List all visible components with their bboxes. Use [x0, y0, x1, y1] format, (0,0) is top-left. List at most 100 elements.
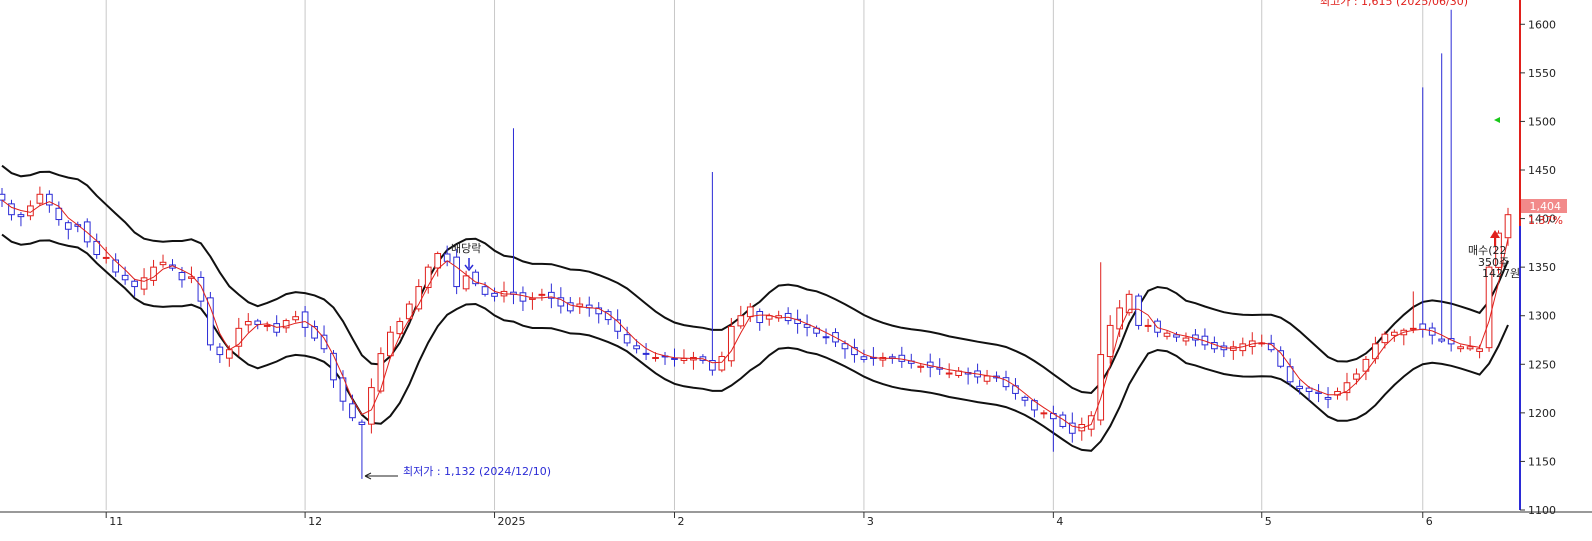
candle-body — [263, 324, 271, 327]
y-tick-labels: 1100115012001250130013501400145015001550… — [1520, 18, 1556, 517]
candle-body — [737, 315, 745, 327]
y-tick-label: 1300 — [1528, 310, 1556, 323]
x-tick-label: 11 — [109, 515, 123, 528]
candle-body — [64, 222, 72, 230]
green-marker-icon — [1494, 117, 1500, 123]
y-tick-label: 1350 — [1528, 261, 1556, 274]
dividend-label: 배당락 — [451, 242, 481, 255]
candle-body — [898, 354, 906, 362]
candle-body — [292, 316, 299, 321]
stock-chart: 1100 1150 1200 1250 1300 1350 1400 1450 1500 1550… — [0, 0, 1592, 537]
moving-average — [1, 199, 1509, 429]
candle-body — [917, 365, 925, 368]
candle-body — [746, 306, 754, 318]
candle-body — [216, 346, 224, 356]
candles — [0, 9, 1512, 479]
candle-body — [642, 352, 650, 355]
candle-body — [102, 256, 110, 259]
candle-body — [462, 275, 470, 290]
candle-body — [538, 293, 546, 296]
candle-body — [945, 372, 953, 375]
candle-body — [377, 353, 385, 392]
y-tick-label: 1200 — [1528, 407, 1556, 420]
candle-body — [1419, 323, 1427, 330]
candle-body — [178, 272, 186, 281]
candle-body — [46, 193, 53, 206]
candle-body — [55, 207, 63, 221]
candle-body — [529, 297, 536, 300]
candle-body — [330, 352, 337, 381]
x-tick-label: 3 — [867, 515, 874, 528]
y-tick-label: 1600 — [1528, 18, 1556, 31]
candle-body — [273, 323, 281, 333]
envelope-bands — [1, 164, 1509, 452]
candle-body — [1182, 337, 1190, 342]
last-price-value: 1,404 — [1530, 200, 1562, 213]
y-tick-label: 1500 — [1528, 115, 1556, 128]
candle-body — [36, 193, 44, 204]
candle-body — [140, 277, 148, 290]
chart-canvas: 1100115012001250130013501400145015001550… — [0, 0, 1592, 528]
buy-label-line3: 1427원 — [1482, 267, 1520, 280]
candle-body — [1106, 324, 1114, 358]
candle-body — [1163, 332, 1171, 337]
candle-body — [1154, 320, 1161, 333]
candle-body — [453, 256, 460, 288]
candle-body — [159, 261, 167, 266]
candle-body — [983, 375, 991, 382]
candle-body — [1097, 354, 1105, 421]
candle-body — [1476, 348, 1483, 352]
candle-body — [727, 325, 735, 362]
x-tick-label: 2025 — [498, 515, 526, 528]
candle-body — [652, 356, 659, 359]
candle-body — [822, 336, 830, 339]
x-tick-label: 2 — [677, 515, 684, 528]
candle-body — [841, 343, 849, 350]
x-tick-label: 5 — [1265, 515, 1272, 528]
candle-body — [491, 292, 498, 297]
y-tick-label: 1100 — [1528, 504, 1556, 517]
candle-body — [254, 320, 262, 325]
candle-body — [131, 280, 138, 288]
candle-body — [1390, 331, 1398, 336]
candle-body — [311, 326, 318, 339]
grid — [105, 0, 1424, 510]
axes — [0, 0, 1592, 513]
candle-body — [1466, 346, 1474, 350]
candle-body — [680, 357, 688, 361]
last-price-tag: 1,404 1.37% — [1521, 199, 1567, 227]
candle-body — [207, 297, 214, 346]
candle-body — [1324, 396, 1332, 400]
candle-body — [633, 345, 640, 350]
x-tick-labels: 11 12 2025 2 3 4 5 6 — [105, 512, 1433, 528]
candle-body — [1173, 334, 1180, 338]
candle-body — [756, 311, 764, 324]
y-tick-label: 1250 — [1528, 358, 1556, 371]
candle-body — [481, 286, 489, 295]
candle-body — [225, 349, 233, 359]
y-tick-label: 1150 — [1528, 455, 1556, 468]
candle-body — [301, 311, 309, 328]
candle-body — [1457, 346, 1464, 350]
candle-body — [623, 334, 631, 344]
candle-body — [121, 274, 129, 281]
candle-body — [1409, 327, 1417, 330]
y-tick-label: 1450 — [1528, 164, 1556, 177]
candle-body — [1296, 385, 1303, 390]
x-tick-label: 6 — [1426, 515, 1433, 528]
candle-body — [1353, 373, 1360, 380]
candle-body — [519, 292, 527, 302]
low-price-label: 최저가 : 1,132 (2024/12/10) — [403, 465, 551, 478]
candle-body — [1021, 396, 1029, 401]
candle-body — [1144, 324, 1152, 327]
y-tick-label: 1550 — [1528, 67, 1556, 80]
candle-body — [1040, 412, 1048, 415]
candle-body — [17, 214, 25, 218]
candle-body — [244, 321, 252, 326]
candle-body — [718, 356, 726, 371]
candle-body — [434, 253, 442, 269]
candle-body — [1381, 333, 1389, 344]
candle-body — [1438, 338, 1446, 342]
candle-body — [415, 286, 423, 310]
candle-body — [0, 193, 6, 201]
